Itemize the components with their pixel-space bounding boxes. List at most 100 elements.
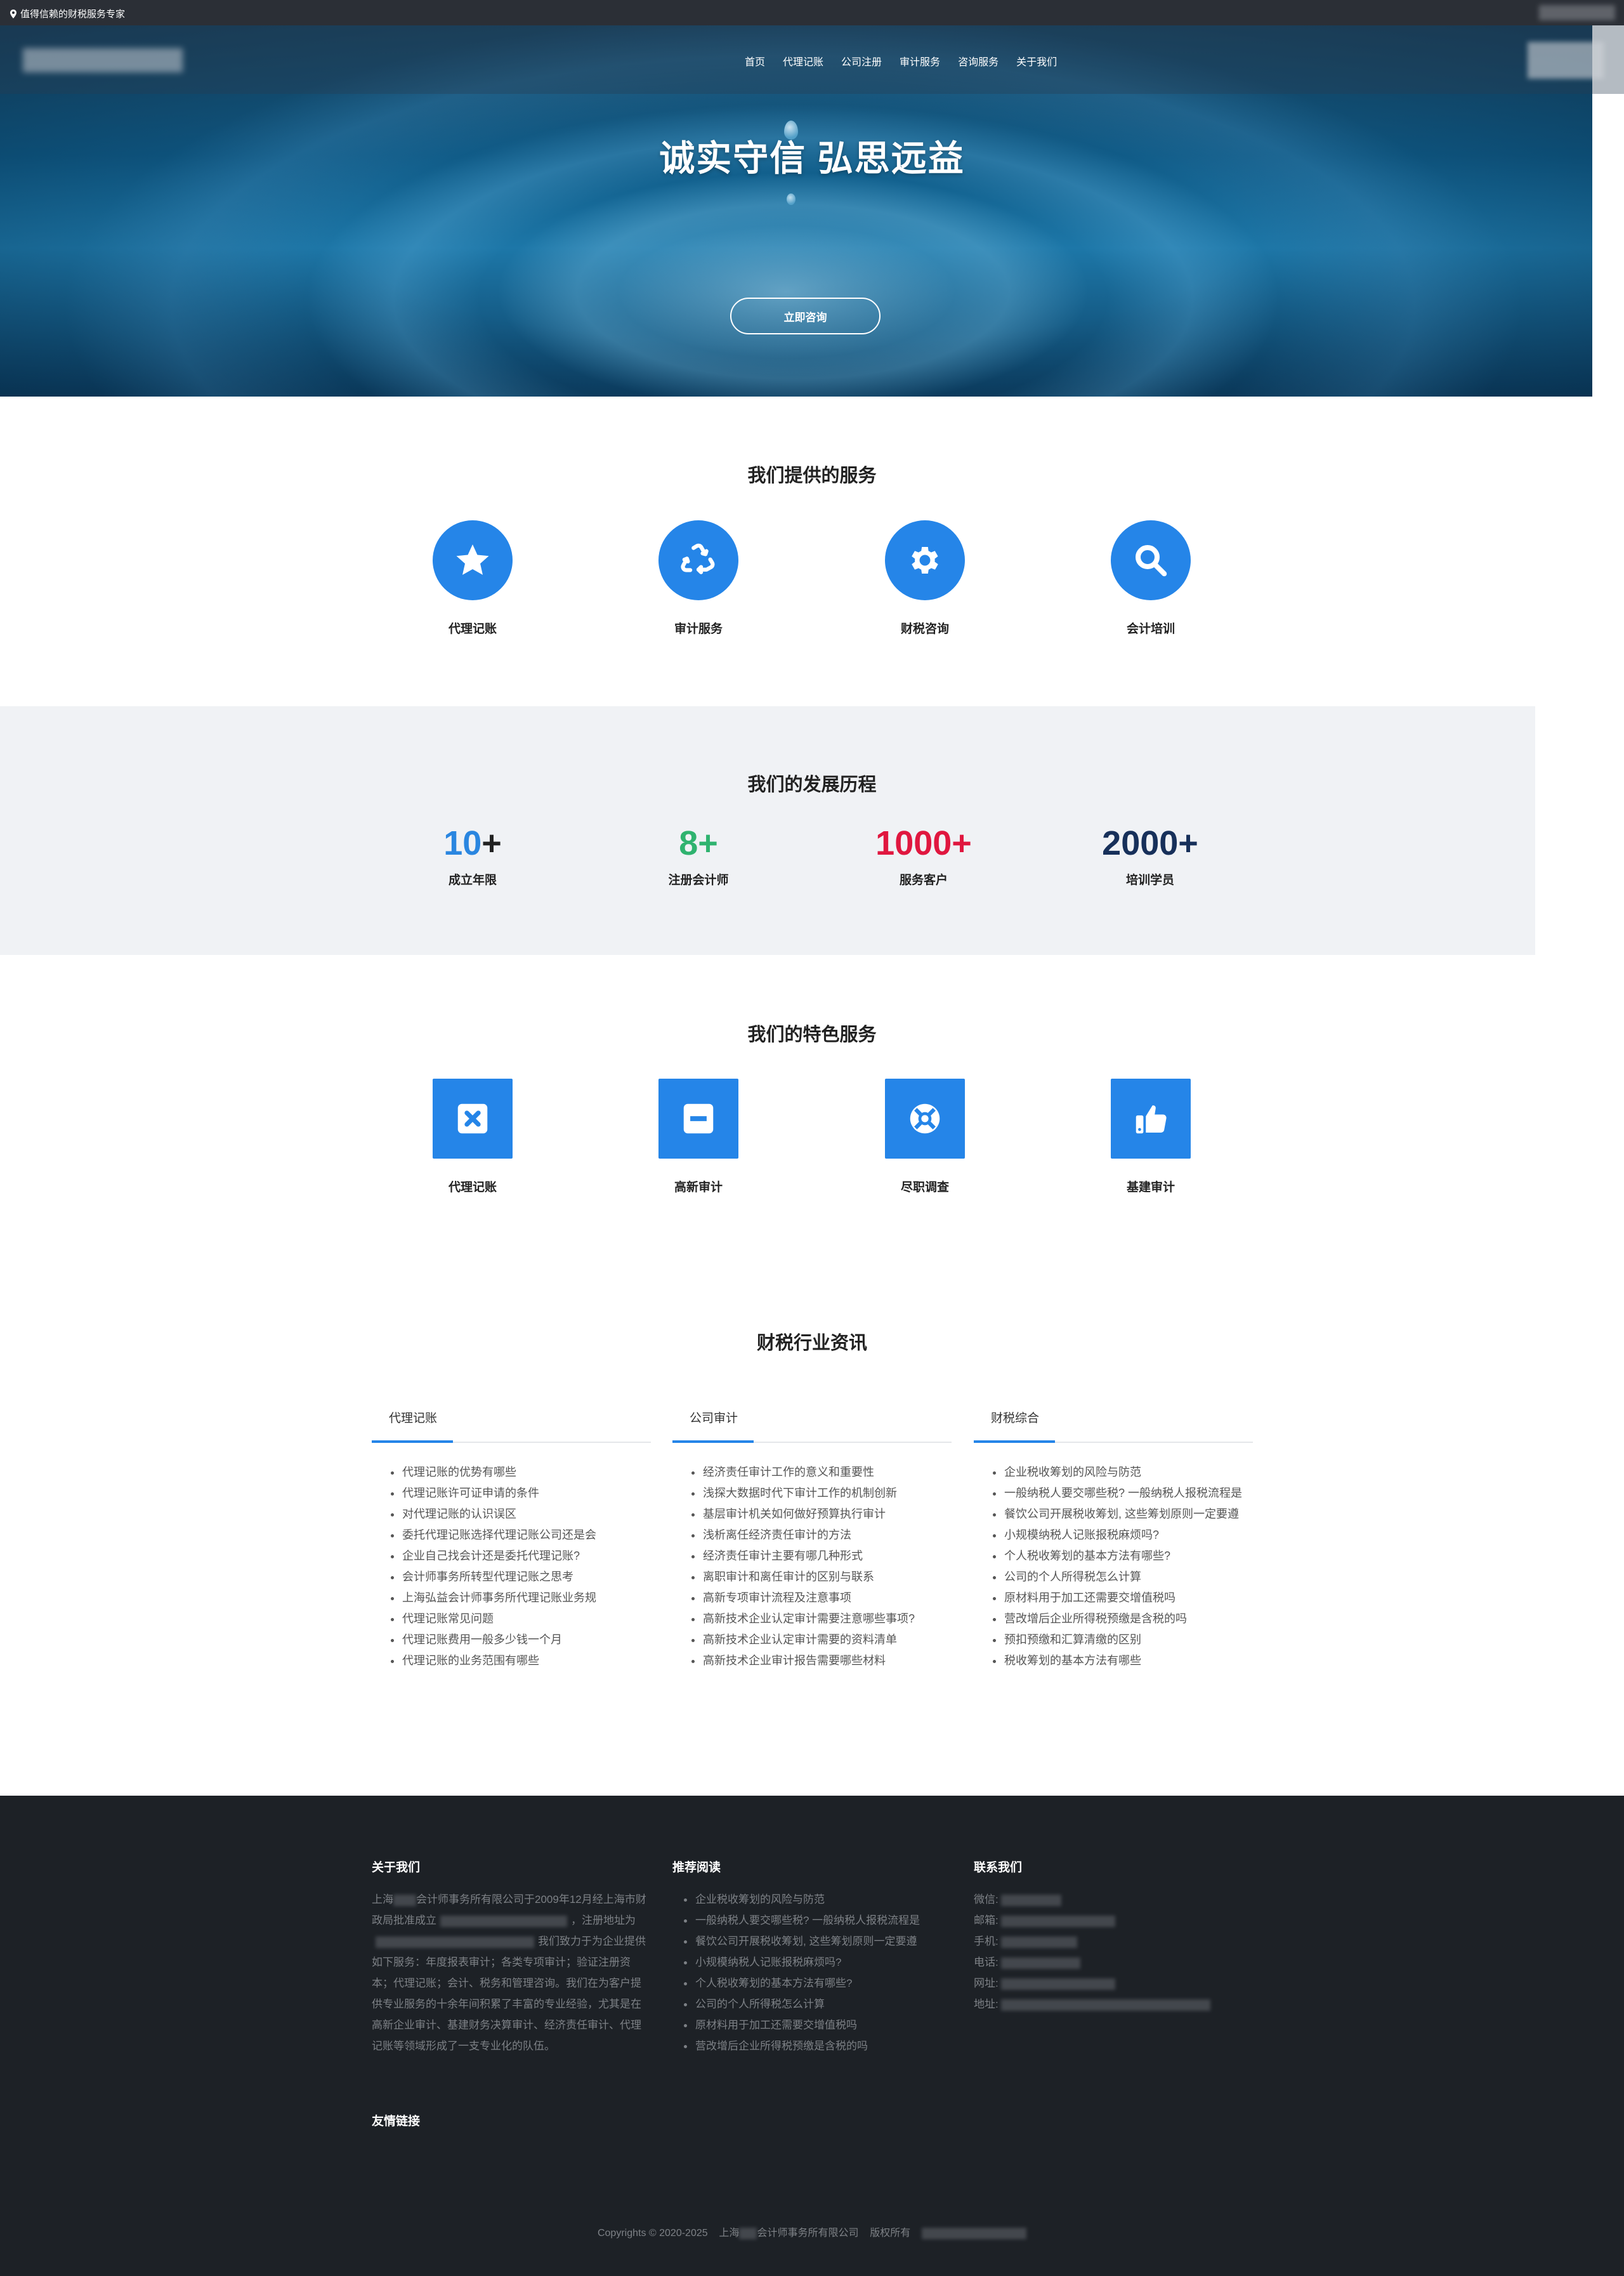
news-item[interactable]: 高新专项审计流程及注意事项 bbox=[691, 1588, 952, 1608]
news-tab-tax[interactable]: 财税综合 bbox=[974, 1398, 1253, 1443]
news-item[interactable]: 一般纳税人要交哪些税? 一般纳税人报税流程是 bbox=[993, 1483, 1253, 1504]
featured-card-bookkeeping[interactable]: 代理记账 bbox=[409, 1079, 536, 1195]
news-item[interactable]: 浅析离任经济责任审计的方法 bbox=[691, 1525, 952, 1546]
site-logo[interactable] bbox=[23, 48, 183, 72]
news-item[interactable]: 委托代理记账选择代理记账公司还是会 bbox=[391, 1525, 651, 1546]
news-item[interactable]: 代理记账常见问题 bbox=[391, 1608, 651, 1629]
news-item[interactable]: 高新技术企业认定审计需要的资料清单 bbox=[691, 1629, 952, 1650]
footer-about: 关于我们 上海 会计师事务所有限公司于2009年12月经上海市财政局批准成立 ，注册… bbox=[372, 1858, 651, 2056]
redacted-text bbox=[1001, 1894, 1062, 1906]
news-item[interactable]: 餐饮公司开展税收筹划, 这些筹划原则一定要遵 bbox=[993, 1504, 1253, 1525]
news-item[interactable]: 营改增后企业所得税预缴是含税的吗 bbox=[993, 1608, 1253, 1629]
hero-title: 诚实守信 弘思远益 bbox=[659, 138, 965, 178]
nav-item-audit[interactable]: 审计服务 bbox=[900, 53, 940, 69]
footer-reading-item[interactable]: 个人税收筹划的基本方法有哪些? bbox=[684, 1973, 952, 1994]
footer-reading-item[interactable]: 餐饮公司开展税收筹划, 这些筹划原则一定要遵 bbox=[684, 1931, 952, 1952]
news-item[interactable]: 代理记账的优势有哪些 bbox=[391, 1462, 651, 1483]
news-item[interactable]: 高新技术企业审计报告需要哪些材料 bbox=[691, 1650, 952, 1671]
service-card-audit[interactable]: 审计服务 bbox=[635, 520, 762, 636]
news-item[interactable]: 上海弘益会计师事务所代理记账业务规 bbox=[391, 1588, 651, 1608]
thumbs-up-icon bbox=[1136, 1105, 1167, 1134]
news-item[interactable]: 预扣预缴和汇算清缴的区别 bbox=[993, 1629, 1253, 1650]
contact-email: 邮箱: bbox=[974, 1910, 1253, 1931]
news-item[interactable]: 浅探大数据时代下审计工作的机制创新 bbox=[691, 1483, 952, 1504]
service-card-tax-consulting[interactable]: 财税咨询 bbox=[861, 520, 988, 636]
featured-title: 我们的特色服务 bbox=[747, 1025, 877, 1045]
news-item[interactable]: 高新技术企业认定审计需要注意哪些事项? bbox=[691, 1608, 952, 1629]
footer-reading-list: 企业税收筹划的风险与防范 一般纳税人要交哪些税? 一般纳税人报税流程是 餐饮公司… bbox=[672, 1889, 952, 2056]
redacted-text bbox=[1001, 1978, 1116, 1990]
service-card-accounting-training[interactable]: 会计培训 bbox=[1087, 520, 1214, 636]
stat-value: 10+ bbox=[443, 824, 502, 862]
friend-links-title: 友情链接 bbox=[372, 2115, 421, 2128]
news-item[interactable]: 会计师事务所转型代理记账之思考 bbox=[391, 1567, 651, 1588]
gear-icon bbox=[912, 546, 938, 574]
stat-label: 注册会计师 bbox=[668, 874, 729, 887]
news-item[interactable]: 原材料用于加工还需要交增值税吗 bbox=[993, 1588, 1253, 1608]
footer-reading-item[interactable]: 企业税收筹划的风险与防范 bbox=[684, 1889, 952, 1910]
nav-item-bookkeeping[interactable]: 代理记账 bbox=[783, 53, 823, 69]
news-item[interactable]: 企业税收筹划的风险与防范 bbox=[993, 1462, 1253, 1483]
featured-card-hightech-audit[interactable]: 高新审计 bbox=[635, 1079, 762, 1195]
nav-item-consulting[interactable]: 咨询服务 bbox=[958, 53, 999, 69]
navbar-right-redacted bbox=[1528, 42, 1604, 79]
service-card-bookkeeping[interactable]: 代理记账 bbox=[409, 520, 536, 636]
news-column-audit: 公司审计 经济责任审计工作的意义和重要性 浅探大数据时代下审计工作的机制创新 基… bbox=[672, 1398, 952, 1671]
stat-clients: 1000+ 服务客户 bbox=[854, 824, 993, 888]
news-item[interactable]: 个人税收筹划的基本方法有哪些? bbox=[993, 1546, 1253, 1567]
featured-icon-square bbox=[433, 1079, 513, 1159]
stat-label: 服务客户 bbox=[899, 874, 948, 887]
news-item[interactable]: 小规模纳税人记账报税麻烦吗? bbox=[993, 1525, 1253, 1546]
news-item[interactable]: 经济责任审计工作的意义和重要性 bbox=[691, 1462, 952, 1483]
nav-item-company-registration[interactable]: 公司注册 bbox=[841, 53, 882, 69]
service-label: 会计培训 bbox=[1126, 622, 1175, 636]
contact-address: 地址: bbox=[974, 1994, 1253, 2015]
news-tab-audit[interactable]: 公司审计 bbox=[672, 1398, 952, 1443]
footer-reading-item[interactable]: 小规模纳税人记账报税麻烦吗? bbox=[684, 1952, 952, 1973]
footer-reading-item[interactable]: 营改增后企业所得税预缴是含税的吗 bbox=[684, 2036, 952, 2056]
news-item[interactable]: 经济责任审计主要有哪几种形式 bbox=[691, 1546, 952, 1567]
news-item[interactable]: 代理记账的业务范围有哪些 bbox=[391, 1650, 651, 1671]
featured-card-due-diligence[interactable]: 尽职调查 bbox=[861, 1079, 988, 1195]
news-tab-bookkeeping[interactable]: 代理记账 bbox=[372, 1398, 651, 1443]
news-item[interactable]: 代理记账费用一般多少钱一个月 bbox=[391, 1629, 651, 1650]
footer-reading-item[interactable]: 原材料用于加工还需要交增值税吗 bbox=[684, 2015, 952, 2036]
footer-contact-title: 联系我们 bbox=[974, 1861, 1023, 1874]
news-tab-label: 财税综合 bbox=[991, 1412, 1040, 1425]
featured-card-infrastructure-audit[interactable]: 基建审计 bbox=[1087, 1079, 1214, 1195]
consult-now-button[interactable]: 立即咨询 bbox=[730, 298, 881, 334]
news-item[interactable]: 基层审计机关如何做好预算执行审计 bbox=[691, 1504, 952, 1525]
minus-box-icon bbox=[683, 1103, 714, 1134]
service-icon-circle bbox=[885, 520, 965, 600]
footer-reading-item[interactable]: 公司的个人所得税怎么计算 bbox=[684, 1994, 952, 2015]
redacted-text bbox=[393, 1894, 416, 1906]
nav-item-about[interactable]: 关于我们 bbox=[1016, 53, 1057, 69]
copyright-line: Copyrights © 2020-2025 上海 会计师事务所有限公司 版权所有 bbox=[0, 2224, 1624, 2239]
stat-cpas: 8+ 注册会计师 bbox=[629, 824, 768, 888]
stat-value: 8+ bbox=[679, 824, 718, 862]
footer-about-title: 关于我们 bbox=[372, 1861, 421, 1874]
featured-icon-square bbox=[658, 1079, 738, 1159]
news-item[interactable]: 公司的个人所得税怎么计算 bbox=[993, 1567, 1253, 1588]
service-label: 审计服务 bbox=[674, 622, 723, 636]
top-right-redacted bbox=[1539, 5, 1615, 20]
location-pin-icon bbox=[10, 9, 16, 18]
news-item[interactable]: 代理记账许可证申请的条件 bbox=[391, 1483, 651, 1504]
news-list: 经济责任审计工作的意义和重要性 浅探大数据时代下审计工作的机制创新 基层审计机关… bbox=[672, 1462, 952, 1671]
featured-label: 代理记账 bbox=[448, 1181, 497, 1194]
news-item[interactable]: 税收筹划的基本方法有哪些 bbox=[993, 1650, 1253, 1671]
nav-item-home[interactable]: 首页 bbox=[745, 53, 765, 69]
news-item[interactable]: 离职审计和离任审计的区别与联系 bbox=[691, 1567, 952, 1588]
news-column-bookkeeping: 代理记账 代理记账的优势有哪些 代理记账许可证申请的条件 对代理记账的认识误区 … bbox=[372, 1398, 651, 1671]
service-icon-circle bbox=[433, 520, 513, 600]
service-label: 财税咨询 bbox=[900, 622, 949, 636]
news-title: 财税行业资讯 bbox=[756, 1333, 867, 1353]
news-item[interactable]: 对代理记账的认识误区 bbox=[391, 1504, 651, 1525]
news-list: 企业税收筹划的风险与防范 一般纳税人要交哪些税? 一般纳税人报税流程是 餐饮公司… bbox=[974, 1462, 1253, 1671]
history-title: 我们的发展历程 bbox=[747, 775, 877, 795]
news-item[interactable]: 企业自己找会计还是委托代理记账? bbox=[391, 1546, 651, 1567]
stat-label: 成立年限 bbox=[448, 874, 497, 887]
contact-wechat: 微信: bbox=[974, 1889, 1253, 1910]
water-drop-decor bbox=[787, 194, 796, 205]
footer-reading-item[interactable]: 一般纳税人要交哪些税? 一般纳税人报税流程是 bbox=[684, 1910, 952, 1931]
